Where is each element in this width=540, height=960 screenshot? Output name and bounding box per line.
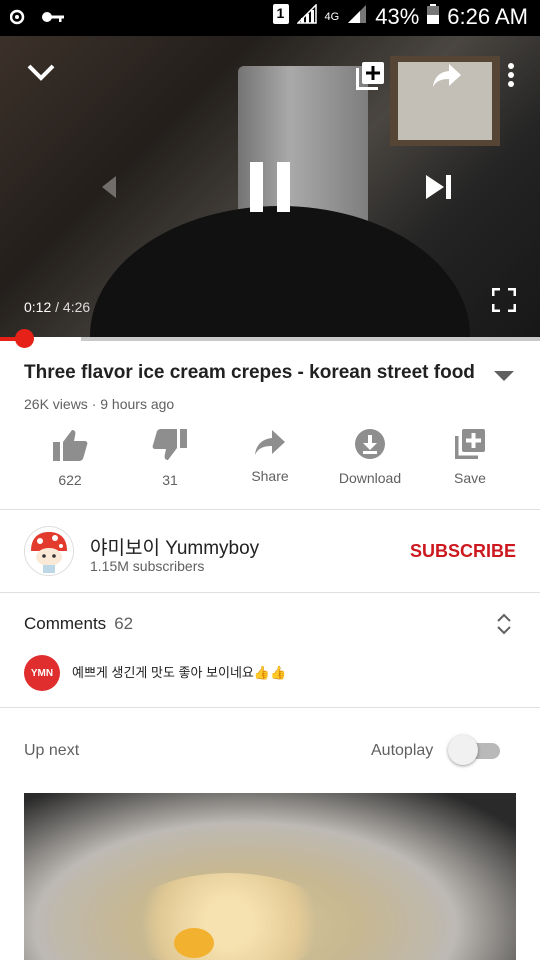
video-meta: 26K views · 9 hours ago [24,396,175,412]
thumbs-down-icon [120,428,220,462]
comments-header[interactable]: Comments 62 [24,614,133,634]
sim-icon: 1 [272,4,289,30]
up-next-thumbnail[interactable] [24,793,516,960]
previous-icon[interactable] [96,174,118,205]
comments-count: 62 [114,614,134,633]
subscriber-count: 1.15M subscribers [90,558,205,574]
video-title: Three flavor ice cream crepes - korean s… [24,362,475,383]
signal-icon [295,3,317,30]
battery-percent: 43% [375,4,420,29]
divider [0,592,540,593]
like-button[interactable]: 622 [20,428,120,488]
channel-name[interactable]: 야미보이 Yummyboy [90,533,259,560]
add-to-playlist-overlay-icon[interactable] [354,60,386,97]
download-button[interactable]: Download [320,428,420,488]
clock: 6:26 AM [447,4,528,29]
top-comment-text: 예쁘게 생긴게 맛도 좋아 보이네요👍👍 [72,665,287,680]
battery-icon [427,4,440,30]
share-overlay-icon[interactable] [431,62,463,95]
progress-bar[interactable] [0,337,540,341]
share-button[interactable]: Share [220,428,320,488]
share-icon [220,428,320,458]
time-separator: / [51,299,63,315]
dislike-button[interactable]: 31 [120,428,220,488]
thumbs-up-icon [20,428,120,462]
divider [0,707,540,708]
expand-comments-icon[interactable] [494,611,514,642]
sim-badge: 1 [276,5,285,21]
save-label: Save [454,470,486,486]
video-player[interactable]: 0:12 / 4:26 [0,36,540,338]
pause-icon[interactable] [248,162,292,217]
duration: 4:26 [62,299,91,315]
download-icon [320,428,420,460]
like-count: 622 [58,472,82,488]
thumbnail-yolk [174,928,214,958]
thumbnail-food [124,873,334,960]
subscribe-button[interactable]: SUBSCRIBE [410,541,516,562]
scrubber-handle[interactable] [14,329,34,348]
mushroom-mascot-icon [25,527,73,575]
download-label: Download [338,470,402,486]
autoplay-toggle-knob[interactable] [448,735,478,765]
minimize-chevron-icon[interactable] [26,62,56,87]
share-label: Share [251,468,289,484]
comments-label: Comments [24,614,107,633]
add-to-playlist-icon [420,428,520,460]
dislike-count: 31 [162,472,178,488]
expand-description-icon[interactable] [494,370,514,388]
status-bar: 1 4G 43% 6:26 AM [0,0,540,36]
vpn-key-icon [9,6,32,33]
commenter-avatar[interactable]: YMN [24,655,60,691]
network-type: 4G [324,10,340,23]
current-time: 0:12 [24,299,52,315]
next-icon[interactable] [424,174,454,205]
up-next-label: Up next [24,742,80,759]
more-options-icon[interactable] [506,62,516,93]
signal-2-icon [347,4,367,30]
action-row: 622 31 Share Download Save [20,428,520,488]
divider [0,509,540,510]
autoplay-label: Autoplay [371,742,434,759]
save-button[interactable]: Save [420,428,520,488]
player-timecode: 0:12 / 4:26 [24,299,90,315]
key-icon [40,6,66,33]
fullscreen-icon[interactable] [491,287,517,317]
channel-avatar[interactable] [24,526,74,576]
